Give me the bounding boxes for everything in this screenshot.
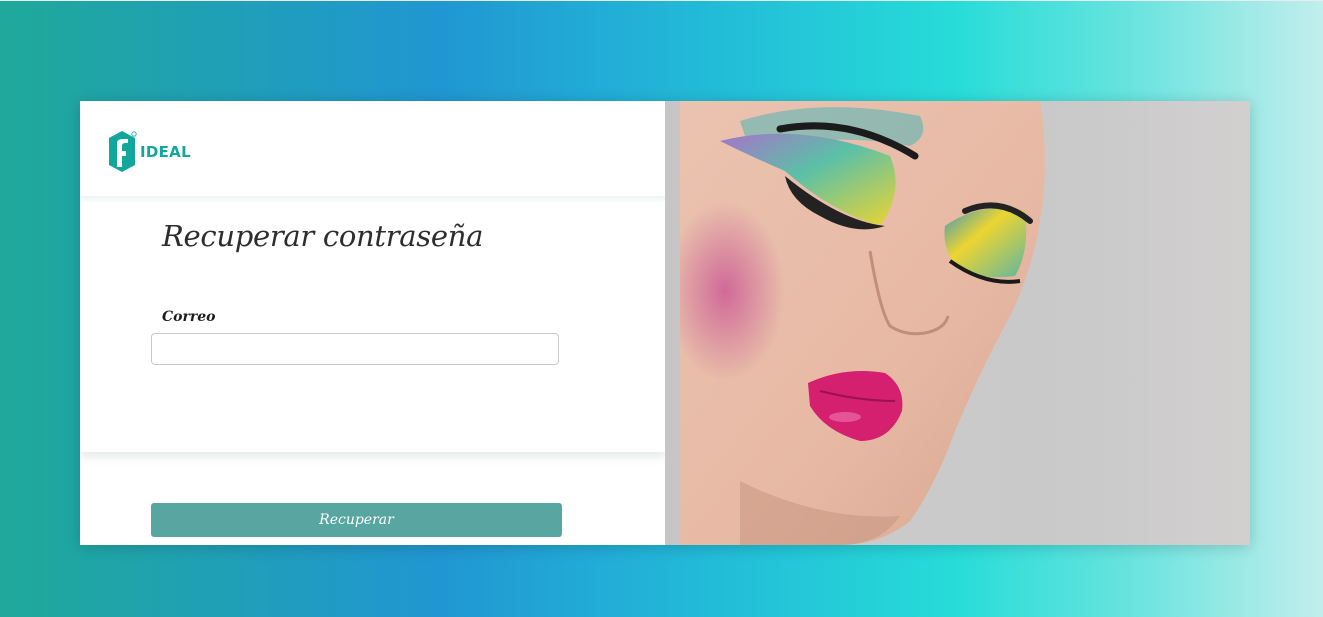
- top-border: [0, 0, 1323, 1]
- recover-form: Recuperar contraseña Correo Recuperar: [80, 202, 665, 537]
- brand-name: IDEAL: [140, 143, 191, 161]
- form-column: IDEAL Recuperar contraseña Correo Recupe…: [80, 101, 665, 545]
- hero-image: [680, 101, 1250, 545]
- brand-logo: IDEAL: [108, 129, 191, 175]
- image-border: [665, 101, 680, 545]
- email-field[interactable]: [151, 333, 559, 365]
- login-card: IDEAL Recuperar contraseña Correo Recupe…: [80, 101, 1250, 545]
- ideal-logo-icon: [109, 131, 137, 172]
- page-title: Recuperar contraseña: [162, 219, 484, 253]
- recover-button[interactable]: Recuperar: [151, 503, 562, 537]
- email-label: Correo: [162, 309, 216, 325]
- makeup-model-photo: [680, 101, 1045, 545]
